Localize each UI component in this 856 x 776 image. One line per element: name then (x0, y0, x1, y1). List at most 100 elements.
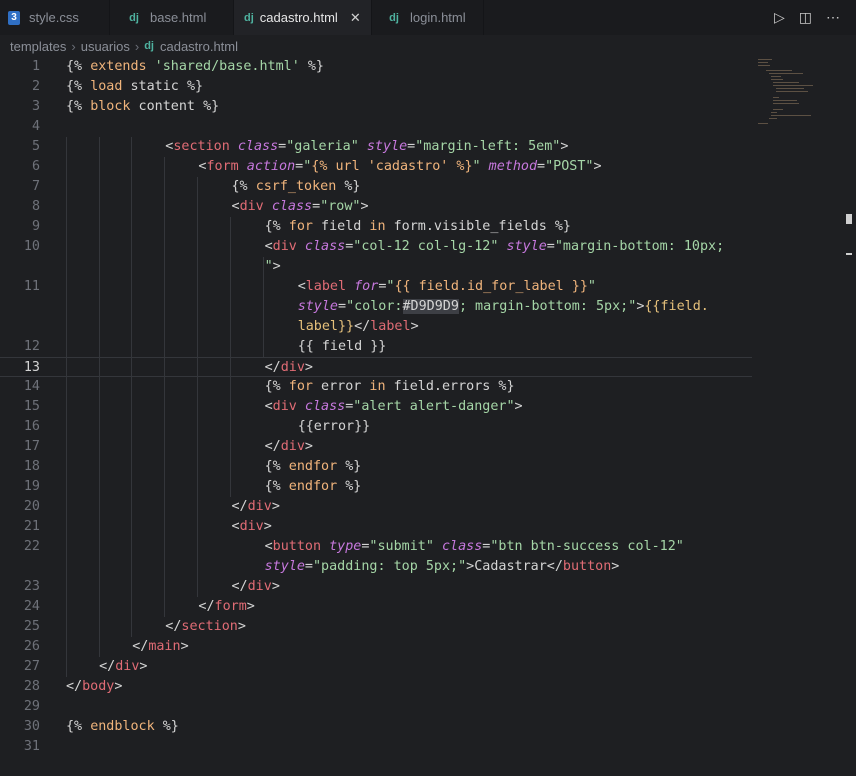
code-text: {% endfor %} (264, 459, 362, 474)
code-line[interactable]: 16 {{error}} (0, 417, 752, 437)
minimap[interactable] (756, 57, 846, 127)
line-number: 24 (23, 599, 40, 614)
code-text: {% endfor %} (264, 479, 362, 494)
line-number: 14 (23, 379, 40, 394)
line-number: 8 (31, 199, 40, 214)
code-line[interactable]: 19 {% endfor %} (0, 477, 752, 497)
code-line[interactable]: 9 {% for field in form.visible_fields %} (0, 217, 752, 237)
line-number: 17 (23, 439, 40, 454)
tab-login-html[interactable]: dj login.html (372, 0, 484, 35)
tab-cadastro-html[interactable]: dj cadastro.html ✕ (234, 0, 372, 35)
line-number: 12 (23, 339, 40, 354)
code-line[interactable]: 6 <form action="{% url 'cadastro' %}" met… (0, 157, 752, 177)
code-line[interactable]: 15 <div class="alert alert-danger"> (0, 397, 752, 417)
code-text: </div> (99, 659, 148, 674)
code-text: {% block content %} (66, 99, 220, 114)
code-text: {% for error in field.errors %} (264, 379, 515, 394)
code-text: </div> (264, 360, 313, 375)
code-line[interactable]: 21 <div> (0, 517, 752, 537)
code-text: <div> (231, 519, 272, 534)
code-line[interactable]: 7 {% csrf_token %} (0, 177, 752, 197)
chevron-right-icon: › (71, 38, 76, 54)
code-text: <form action="{% url 'cadastro' %}" meth… (198, 159, 602, 174)
code-text: <div class="row"> (231, 199, 369, 214)
code-line[interactable]: 26 </main> (0, 637, 752, 657)
code-line[interactable]: 1 {% extends 'shared/base.html' %} (0, 57, 752, 77)
code-line[interactable]: style="color:#D9D9D9; margin-bottom: 5px… (0, 297, 752, 334)
line-number: 11 (23, 279, 40, 294)
code-text: </main> (132, 639, 189, 654)
line-number: 26 (23, 639, 40, 654)
line-number: 23 (23, 579, 40, 594)
code-text: </section> (165, 619, 246, 634)
code-line[interactable]: 28 </body> (0, 677, 752, 697)
code-line[interactable]: 27 </div> (0, 657, 752, 677)
django-icon: dj (144, 40, 154, 52)
line-number: 29 (23, 699, 40, 714)
code-line[interactable]: 25 </section> (0, 617, 752, 637)
line-number: 3 (31, 99, 40, 114)
code-text: </form> (198, 599, 255, 614)
code-text: </div> (264, 439, 313, 454)
code-line[interactable]: 14 {% for error in field.errors %} (0, 377, 752, 397)
code-line[interactable]: 13 </div> (0, 357, 752, 377)
code-line[interactable]: 18 {% endfor %} (0, 457, 752, 477)
code-line[interactable]: "> (0, 257, 752, 277)
line-number: 27 (23, 659, 40, 674)
code-text: {{error}} (297, 419, 371, 434)
code-line[interactable]: 10 <div class="col-12 col-lg-12" style="m… (0, 237, 752, 257)
line-number: 21 (23, 519, 40, 534)
code-text: <button type="submit" class="btn btn-suc… (264, 539, 684, 554)
code-line[interactable]: 31 (0, 737, 752, 757)
code-line[interactable]: 30 {% endblock %} (0, 717, 752, 737)
code-line[interactable]: 20 </div> (0, 497, 752, 517)
run-icon[interactable]: ▷ (774, 9, 785, 26)
line-number: 6 (31, 159, 40, 174)
django-icon: dj (389, 11, 399, 24)
line-number: 5 (31, 139, 40, 154)
tab-label: style.css (29, 10, 79, 25)
code-line[interactable]: 2 {% load static %} (0, 77, 752, 97)
close-icon[interactable]: ✕ (350, 10, 361, 26)
tab-style-css[interactable]: 3 style.css (0, 0, 110, 35)
line-number: 7 (31, 179, 40, 194)
breadcrumb-folder-templates[interactable]: templates (10, 39, 66, 54)
split-editor-icon[interactable]: ◫ (799, 9, 812, 26)
breadcrumb-file[interactable]: cadastro.html (160, 39, 238, 54)
line-number: 1 (31, 59, 40, 74)
code-text: {% for field in form.visible_fields %} (264, 219, 571, 234)
code-text: "> (264, 259, 281, 274)
code-line[interactable]: 23 </div> (0, 577, 752, 597)
line-number: 18 (23, 459, 40, 474)
code-line[interactable]: 22 <button type="submit" class="btn btn-s… (0, 537, 752, 557)
code-line[interactable]: 24 </form> (0, 597, 752, 617)
scrollbar-marker[interactable] (846, 214, 852, 224)
code-line[interactable]: 4 (0, 117, 752, 137)
editor-tab-bar: 3 style.css dj base.html dj cadastro.htm… (0, 0, 856, 35)
scrollbar-marker[interactable] (846, 253, 852, 255)
code-text: {% csrf_token %} (231, 179, 361, 194)
breadcrumb-folder-usuarios[interactable]: usuarios (81, 39, 130, 54)
code-line[interactable]: 12 {{ field }} (0, 337, 752, 357)
breadcrumb: templates › usuarios › dj cadastro.html (0, 35, 856, 57)
code-line[interactable]: 5 <section class="galeria" style="margin-… (0, 137, 752, 157)
code-editor[interactable]: 1 {% extends 'shared/base.html' %} 2 {% loa… (0, 57, 856, 776)
line-number: 22 (23, 539, 40, 554)
code-text: style="color:#D9D9D9; margin-bottom: 5px… (297, 299, 709, 334)
line-number: 25 (23, 619, 40, 634)
code-line[interactable]: 3 {% block content %} (0, 97, 752, 117)
code-line[interactable]: 29 (0, 697, 752, 717)
tab-label: base.html (150, 10, 207, 25)
tab-base-html[interactable]: dj base.html (110, 0, 234, 35)
code-line[interactable]: 8 <div class="row"> (0, 197, 752, 217)
line-number: 10 (23, 239, 40, 254)
code-text: <div class="col-12 col-lg-12" style="mar… (264, 239, 725, 254)
line-number: 4 (31, 119, 40, 134)
line-number: 2 (31, 79, 40, 94)
code-text: {% extends 'shared/base.html' %} (66, 59, 324, 74)
code-line[interactable]: 11 <label for="{{ field.id_for_label }}" (0, 277, 752, 297)
code-line[interactable]: style="padding: top 5px;">Cadastrar</but… (0, 557, 752, 577)
code-text: </div> (231, 499, 280, 514)
more-actions-icon[interactable]: ⋯ (826, 9, 840, 26)
code-line[interactable]: 17 </div> (0, 437, 752, 457)
